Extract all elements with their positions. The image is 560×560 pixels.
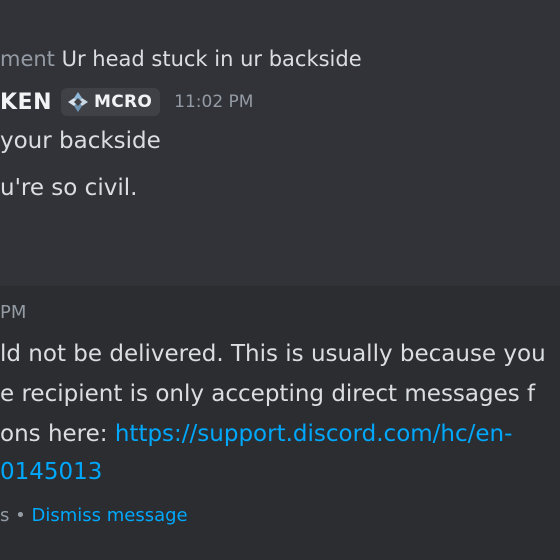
system-message-line: ld not be delivered. This is usually bec… — [0, 341, 546, 367]
system-message-line: e recipient is only accepting direct mes… — [0, 381, 536, 407]
reply-text[interactable]: Ur head stuck in ur backside — [62, 47, 362, 71]
system-message-text: ons here: — [0, 421, 115, 447]
message-line: your backside — [0, 128, 161, 154]
clan-tag[interactable]: MCRO — [61, 88, 161, 116]
system-message-footer: s • Dismiss message — [0, 505, 188, 526]
message-header: KEN MCRO 11:02 PM — [0, 86, 253, 118]
system-message-line: ons here: https://support.discord.com/hc… — [0, 419, 512, 449]
system-message-line: 0145013 — [0, 457, 102, 487]
clan-diamond-icon — [68, 92, 88, 112]
message-timestamp[interactable]: 11:02 PM — [174, 92, 253, 112]
footer-separator: • — [15, 505, 26, 526]
reply-preview[interactable]: ment Ur head stuck in ur backside — [0, 45, 362, 73]
message-line: u're so civil. — [0, 175, 138, 201]
clan-tag-label: MCRO — [94, 92, 153, 112]
support-link[interactable]: https://support.discord.com/hc/en- — [115, 421, 513, 447]
support-link-continued[interactable]: 0145013 — [0, 459, 102, 485]
system-message-timestamp[interactable]: PM — [0, 302, 26, 323]
footer-prefix: s — [0, 505, 10, 526]
reply-author[interactable]: ment — [0, 47, 55, 71]
chat-view: ment Ur head stuck in ur backside KEN MC… — [0, 0, 560, 560]
dismiss-message-link[interactable]: Dismiss message — [31, 505, 187, 526]
username[interactable]: KEN — [0, 90, 52, 115]
